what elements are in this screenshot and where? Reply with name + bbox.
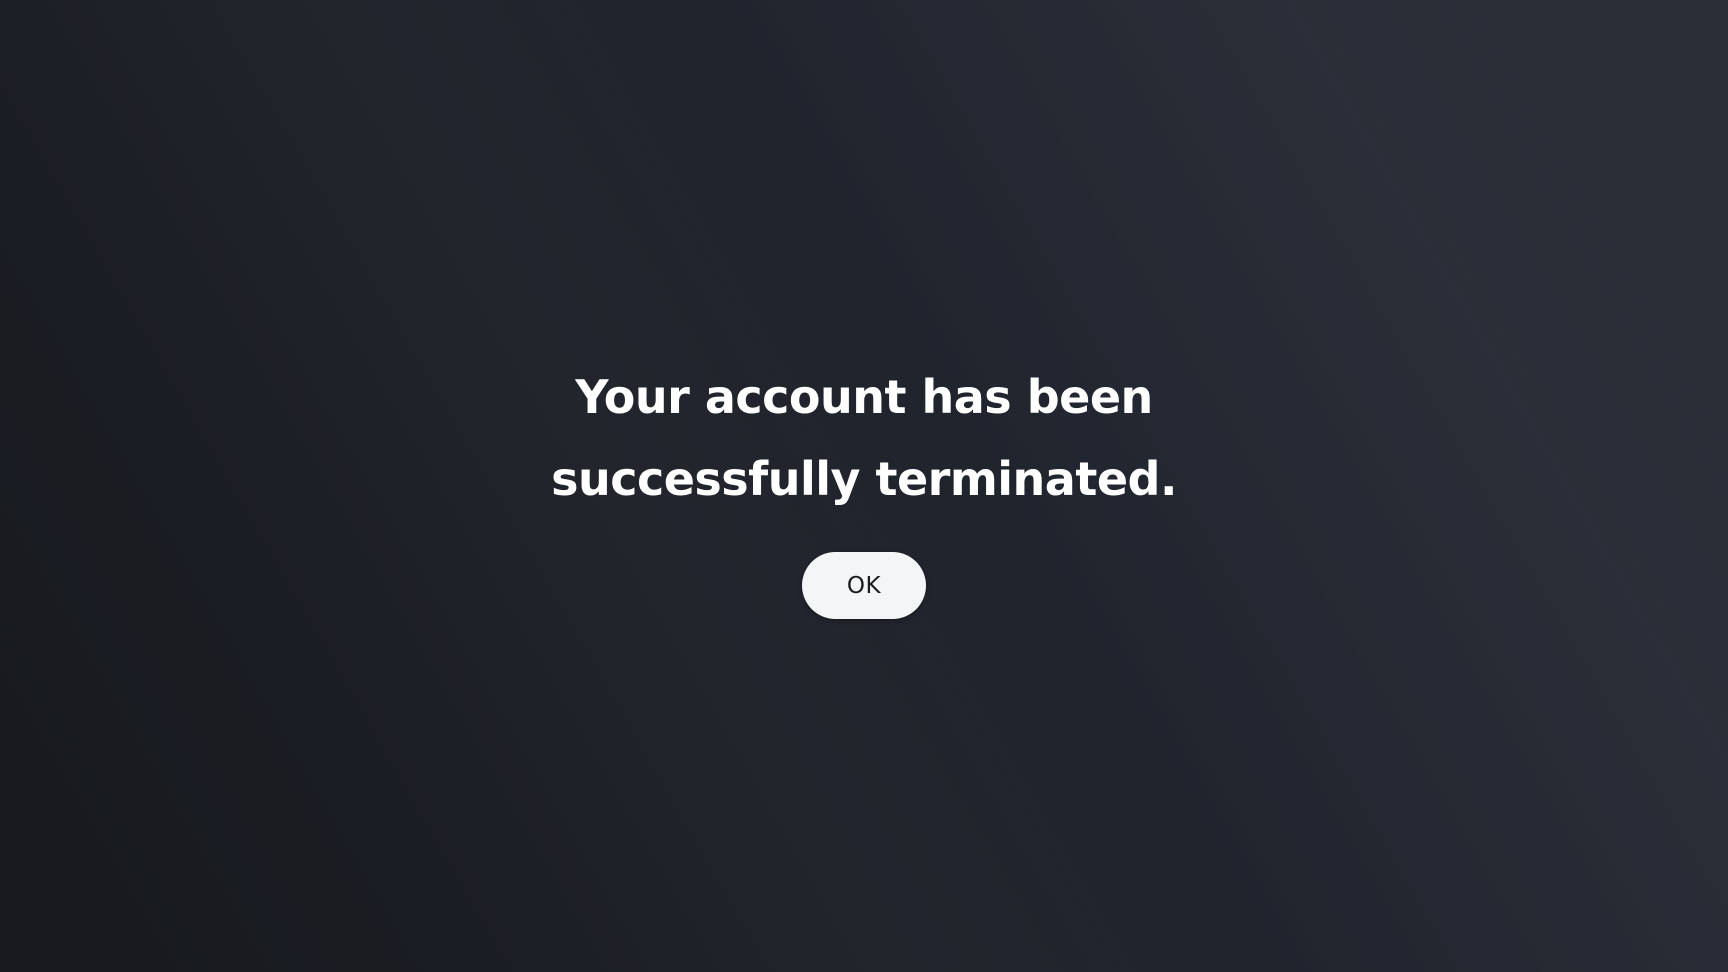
termination-screen: Your account has been successfully termi… [0,0,1728,972]
ok-button[interactable]: OK [802,552,926,619]
message-line-2: successfully terminated. [551,452,1177,506]
termination-message: Your account has been successfully termi… [0,356,1728,520]
message-line-1: Your account has been [575,370,1153,424]
